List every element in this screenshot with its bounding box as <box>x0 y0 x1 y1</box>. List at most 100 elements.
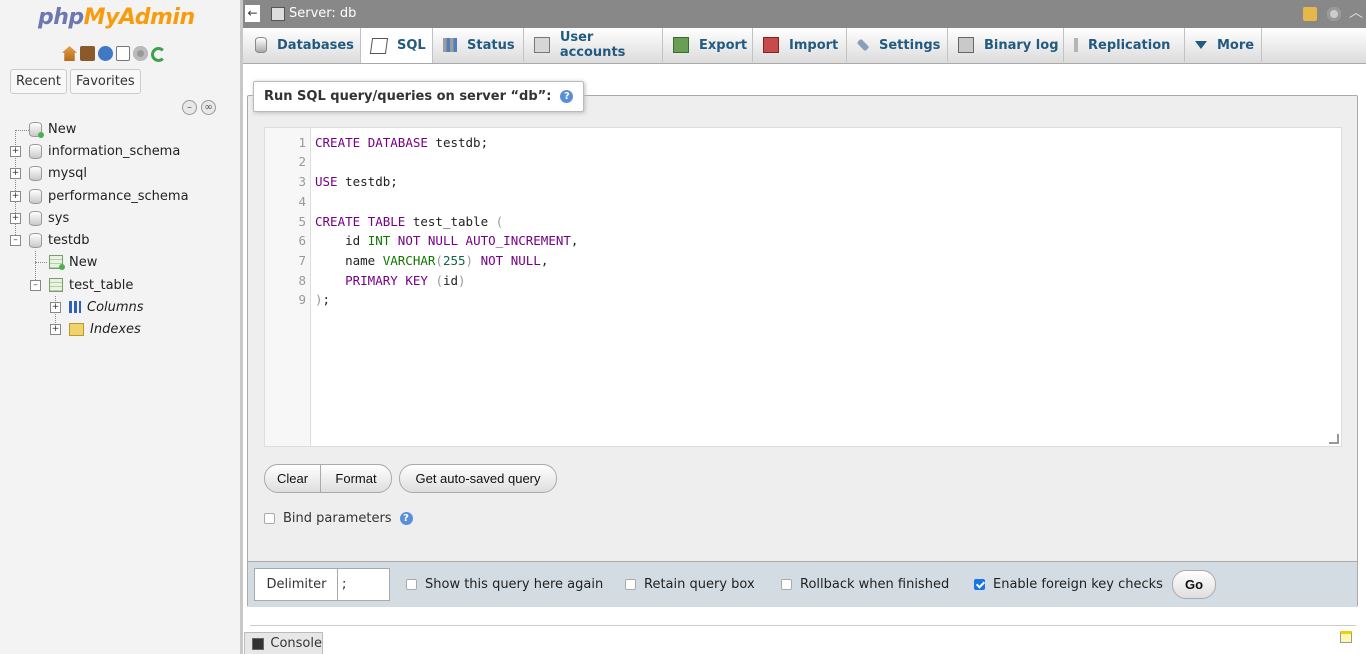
chevron-up-icon[interactable]: ︿ <box>1349 6 1363 21</box>
database-icon <box>29 188 42 204</box>
link-with-main-icon[interactable]: ∞ <box>201 100 216 115</box>
tab-sql[interactable]: SQL <box>360 28 433 63</box>
tree-item-new[interactable]: New <box>29 118 76 140</box>
tree-item-mysql[interactable]: mysql <box>29 162 87 184</box>
sql-query-editor[interactable]: 1 2 3 4 5 6 7 8 9 CREATE DATABASE testdb… <box>264 127 1342 447</box>
tree-item-indexes[interactable]: Indexes <box>69 318 141 340</box>
server-icon <box>271 6 285 21</box>
show-query-checkbox[interactable] <box>406 579 417 590</box>
main-menu: Databases SQL Status User accounts Expor… <box>243 28 1366 64</box>
tab-more[interactable]: More <box>1185 28 1262 62</box>
reload-icon[interactable] <box>151 47 166 62</box>
tree-item-testdb[interactable]: testdb <box>29 229 89 251</box>
tree-item-columns[interactable]: Columns <box>69 296 144 318</box>
retain-query-box-checkbox[interactable] <box>625 579 636 590</box>
tree-item-performance-schema[interactable]: performance_schema <box>29 185 189 207</box>
tree-item-testdb-new[interactable]: New <box>49 251 97 273</box>
tree-item-test-table[interactable]: test_table <box>49 274 133 296</box>
retain-query-box-option: Retain query box <box>625 577 755 592</box>
docs-icon[interactable] <box>116 46 130 61</box>
new-table-icon <box>49 255 65 270</box>
format-button[interactable]: Format <box>320 464 392 493</box>
tab-settings[interactable]: Settings <box>847 28 948 62</box>
collapse-all-icon[interactable]: – <box>182 100 197 115</box>
line-number: 7 <box>298 253 306 268</box>
chevron-down-icon <box>1195 41 1207 49</box>
help-icon[interactable] <box>98 46 113 61</box>
rollback-option: Rollback when finished <box>781 577 949 592</box>
tree-controls: – ∞ <box>182 100 216 115</box>
line-number: 4 <box>298 194 306 209</box>
terminal-icon <box>252 637 265 650</box>
exit-icon[interactable] <box>80 46 95 61</box>
show-query-option: Show this query here again <box>406 577 603 592</box>
expand-icon[interactable]: + <box>50 302 61 313</box>
get-auto-saved-query-button[interactable]: Get auto-saved query <box>399 464 557 493</box>
line-number: 6 <box>298 233 306 248</box>
help-icon[interactable]: ? <box>399 512 413 525</box>
expand-icon[interactable]: + <box>10 168 21 179</box>
navigation-resizer[interactable] <box>240 0 243 654</box>
favorites-tab[interactable]: Favorites <box>69 69 141 94</box>
sql-icon <box>369 37 389 54</box>
tab-export[interactable]: Export <box>663 28 753 62</box>
expand-icon[interactable]: + <box>10 213 21 224</box>
code-line: USE testdb; <box>315 174 398 189</box>
code-line: CREATE DATABASE testdb; <box>315 135 489 150</box>
import-icon <box>763 37 779 53</box>
tab-binary-log[interactable]: Binary log <box>948 28 1064 62</box>
line-number: 5 <box>298 214 306 229</box>
tree-item-sys[interactable]: sys <box>29 207 69 229</box>
collapse-icon[interactable]: – <box>10 235 21 246</box>
go-button[interactable]: Go <box>1172 570 1216 599</box>
server-breadcrumb[interactable]: Server: db <box>271 6 356 21</box>
tab-databases[interactable]: Databases <box>245 28 361 62</box>
line-number: 2 <box>298 154 306 169</box>
foreign-key-checks-checkbox[interactable] <box>974 579 985 590</box>
phpmyadmin-logo[interactable]: phpMyAdmin <box>38 5 195 30</box>
resize-handle-icon[interactable] <box>1329 434 1339 444</box>
notes-icon[interactable] <box>1340 631 1352 643</box>
indexes-icon <box>69 322 84 336</box>
expand-icon[interactable]: + <box>50 324 61 335</box>
settings-icon[interactable] <box>133 46 148 61</box>
table-icon <box>49 278 63 292</box>
tab-user-accounts[interactable]: User accounts <box>524 28 663 62</box>
code-line: ); <box>315 292 331 307</box>
tab-status[interactable]: Status <box>433 28 524 62</box>
line-number: 1 <box>298 135 306 150</box>
tab-import[interactable]: Import <box>753 28 847 62</box>
help-icon[interactable]: ? <box>560 90 574 103</box>
database-icon <box>29 165 42 181</box>
console-divider <box>250 625 1356 626</box>
home-icon[interactable] <box>62 46 77 61</box>
columns-icon <box>69 301 81 313</box>
line-number: 3 <box>298 174 306 189</box>
expand-icon[interactable]: + <box>10 191 21 202</box>
console-toggle[interactable]: Console <box>244 632 323 654</box>
tab-replication[interactable]: Replication <box>1064 28 1185 62</box>
lock-icon[interactable] <box>1303 7 1317 21</box>
collapse-icon[interactable]: – <box>30 280 41 291</box>
export-icon <box>673 37 689 53</box>
nav-icon-bar <box>62 46 166 62</box>
tree-item-information-schema[interactable]: information_schema <box>29 140 180 162</box>
status-icon <box>443 38 457 52</box>
database-icon <box>29 210 42 226</box>
expand-icon[interactable]: + <box>10 146 21 157</box>
rollback-checkbox[interactable] <box>781 579 792 590</box>
settings-icon[interactable] <box>1327 7 1341 21</box>
database-icon <box>29 232 42 248</box>
recent-tab[interactable]: Recent <box>10 69 67 94</box>
tree-connector <box>35 262 47 263</box>
navigation-panel: phpMyAdmin Recent Favorites – ∞ New + in… <box>0 0 240 654</box>
collapse-navigation-button[interactable]: ← <box>245 5 260 22</box>
user-accounts-icon <box>534 37 550 53</box>
sql-panel-legend: Run SQL query/queries on server “db”: ? <box>253 81 585 112</box>
bind-parameters-checkbox[interactable] <box>264 513 275 524</box>
delimiter-input[interactable]: ; <box>337 568 390 601</box>
delimiter-label: Delimiter <box>254 568 338 601</box>
foreign-key-checks-option: Enable foreign key checks <box>974 577 1163 592</box>
code-line: CREATE TABLE test_table ( <box>315 214 504 229</box>
clear-button[interactable]: Clear <box>264 464 321 493</box>
